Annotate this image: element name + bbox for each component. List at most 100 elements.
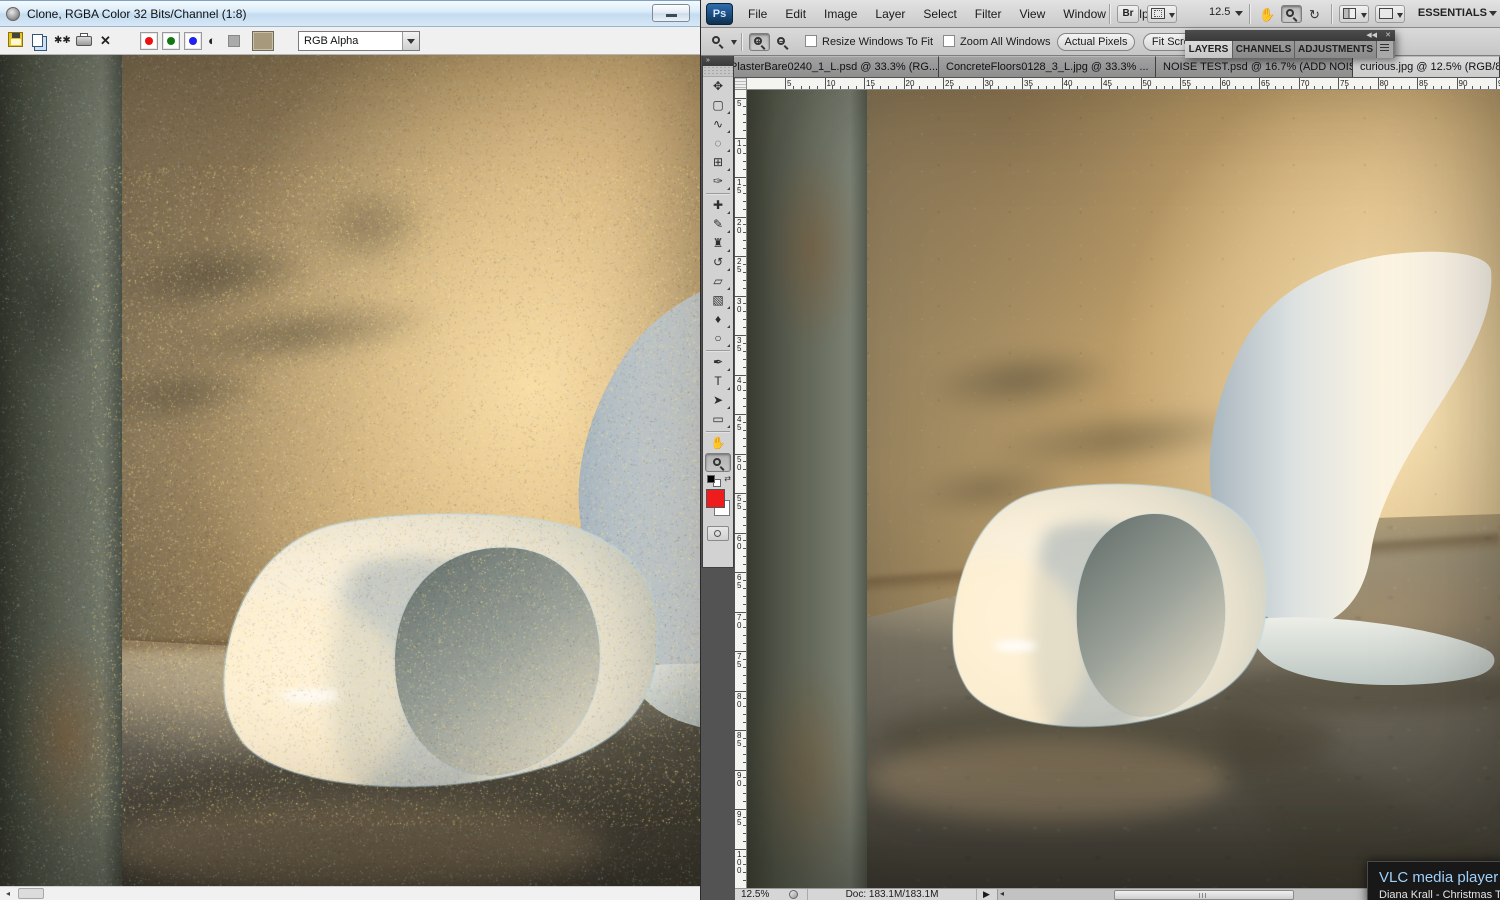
quick-select-tool[interactable]: ◌ <box>705 134 731 153</box>
clone-stamp-tool-icon: ♜ <box>713 236 724 250</box>
document-canvas[interactable] <box>747 90 1500 888</box>
zoom-tool[interactable] <box>705 453 731 472</box>
document-tab-label: NOISE TEST.psd @ 16.7% (ADD NOISE... <box>1163 61 1353 73</box>
scrollbar-left-arrow-icon[interactable]: ◂ <box>1000 889 1004 898</box>
crop-tool[interactable]: ⊞ <box>705 153 731 172</box>
history-brush-tool[interactable]: ↺ <box>705 253 731 272</box>
eraser-tool[interactable]: ▱ <box>705 272 731 291</box>
save-button[interactable] <box>8 32 23 50</box>
zoom-in-button[interactable]: + <box>749 33 770 51</box>
eyedropper-tool[interactable]: ✑ <box>705 172 731 191</box>
render-image-noisy[interactable] <box>0 55 700 886</box>
document-size-info[interactable]: Doc: 183.1M/183.1M <box>807 889 977 900</box>
zoom-out-button[interactable]: − <box>772 33 793 51</box>
vertical-ruler: 51 01 52 02 53 03 54 04 55 05 56 06 57 0… <box>735 90 747 888</box>
panel-tab-channels[interactable]: CHANNELS <box>1233 41 1295 58</box>
tools-grip[interactable] <box>703 66 733 77</box>
panel-menu-icon[interactable] <box>1377 41 1393 58</box>
eyedropper-tool-icon: ✑ <box>713 174 723 188</box>
marquee-tool[interactable]: ▢ <box>705 96 731 115</box>
zoom-icon-button[interactable] <box>1281 5 1302 23</box>
menu-file[interactable]: File <box>739 0 776 27</box>
healing-brush-tool[interactable]: ✚ <box>705 196 731 215</box>
scrollbar-thumb[interactable] <box>18 888 44 899</box>
panel-tab-adjustments[interactable]: ADJUSTMENTS <box>1295 41 1377 58</box>
scrollbar-left-arrow-icon[interactable]: ◂ <box>0 887 16 900</box>
zoom-tool-icon[interactable] <box>707 32 728 50</box>
menu-edit[interactable]: Edit <box>776 0 815 27</box>
blue-channel-button[interactable] <box>184 32 202 50</box>
photoshop-logo-icon[interactable]: Ps <box>706 3 733 25</box>
collapse-panel-icon[interactable]: ◀◀ <box>1366 31 1377 39</box>
type-tool[interactable]: T <box>705 372 731 391</box>
compare-button[interactable]: ✱✱ <box>54 32 71 50</box>
default-colors-icon[interactable]: ⇄ <box>705 474 731 488</box>
panel-header-strip: ◀◀ ✕ <box>1185 30 1395 41</box>
menu-image[interactable]: Image <box>815 0 866 27</box>
clone-stamp-tool[interactable]: ♜ <box>705 234 731 253</box>
delete-button[interactable]: ✕ <box>100 32 111 50</box>
minimize-button[interactable] <box>652 4 690 22</box>
viewer-titlebar[interactable]: Clone, RGBA Color 32 Bits/Channel (1:8) <box>0 0 700 27</box>
quick-mask-button[interactable] <box>707 526 729 541</box>
foreground-color-swatch[interactable] <box>706 489 725 508</box>
luminance-button[interactable]: ◐ <box>208 32 216 50</box>
quick-select-tool-icon: ◌ <box>714 136 721 150</box>
alpha-channel-button[interactable] <box>228 32 240 50</box>
green-channel-button[interactable] <box>162 32 180 50</box>
workspace-selector[interactable]: ESSENTIALS <box>1418 7 1487 19</box>
red-channel-button[interactable] <box>140 32 158 50</box>
hand-icon[interactable]: ✋ <box>1259 7 1275 23</box>
view-extras-button[interactable] <box>1147 5 1177 23</box>
menu-layer[interactable]: Layer <box>866 0 914 27</box>
status-menu-arrow-icon[interactable]: ▶ <box>983 889 990 900</box>
resize-windows-checkbox[interactable] <box>805 35 817 47</box>
move-tool[interactable]: ✥ <box>705 77 731 96</box>
rotate-view-icon[interactable]: ↻ <box>1309 7 1320 23</box>
menu-filter[interactable]: Filter <box>966 0 1011 27</box>
document-tab[interactable]: curious.jpg @ 12.5% (RGB/8 <box>1353 56 1500 77</box>
menu-window[interactable]: Window <box>1054 0 1115 27</box>
brush-tool-icon: ✎ <box>713 217 723 231</box>
channel-selector-dropdown[interactable]: RGB Alpha <box>298 31 420 51</box>
shape-tool[interactable]: ▭ <box>705 410 731 429</box>
dodge-tool[interactable]: ○ <box>705 329 731 348</box>
bridge-button[interactable]: Br <box>1117 5 1139 23</box>
window-title: Clone, RGBA Color 32 Bits/Channel (1:8) <box>27 7 246 21</box>
viewer-app-icon <box>6 7 20 21</box>
screen-mode-button[interactable] <box>1375 5 1405 23</box>
menu-view[interactable]: View <box>1010 0 1054 27</box>
lasso-tool[interactable]: ∿ <box>705 115 731 134</box>
status-zoom-level[interactable]: 12.5% <box>741 889 769 900</box>
type-tool-icon: T <box>714 374 721 388</box>
background-color-swatch[interactable] <box>252 31 274 51</box>
scrollbar-thumb[interactable] <box>1114 890 1294 900</box>
pen-tool[interactable]: ✒ <box>705 353 731 372</box>
swap-colors-icon[interactable]: ⇄ <box>724 474 731 483</box>
healing-brush-tool-icon: ✚ <box>713 198 723 212</box>
viewer-horizontal-scrollbar[interactable]: ◂ <box>0 886 700 900</box>
document-tab[interactable]: ConcreteFloors0128_3_L.jpg @ 33.3% ...✕ <box>939 56 1156 77</box>
print-button[interactable] <box>76 32 92 50</box>
brush-tool[interactable]: ✎ <box>705 215 731 234</box>
shape-tool-icon: ▭ <box>712 412 723 426</box>
path-select-tool[interactable]: ➤ <box>705 391 731 410</box>
actual-pixels-button[interactable]: Actual Pixels <box>1057 33 1135 51</box>
panel-tab-layers[interactable]: LAYERS <box>1185 41 1233 58</box>
magnifier-icon <box>713 458 724 469</box>
close-panel-icon[interactable]: ✕ <box>1385 31 1391 39</box>
dropdown-arrow-icon[interactable] <box>402 32 419 50</box>
document-tab[interactable]: PlasterBare0240_1_L.psd @ 33.3% (RG...✕ <box>723 56 939 77</box>
copy-button[interactable] <box>32 34 43 52</box>
gradient-tool[interactable]: ▧ <box>705 291 731 310</box>
zoom-level-field[interactable]: 12.5 <box>1209 6 1230 18</box>
tools-collapse-chevron[interactable]: » <box>703 56 733 66</box>
vlc-taskbar-preview[interactable]: VLC media player Diana Krall - Christmas… <box>1367 861 1500 900</box>
menu-select[interactable]: Select <box>914 0 965 27</box>
document-tab[interactable]: NOISE TEST.psd @ 16.7% (ADD NOISE...✕ <box>1156 56 1353 77</box>
arrange-documents-button[interactable] <box>1339 5 1369 23</box>
hand-tool[interactable]: ✋ <box>705 434 731 453</box>
zoom-all-checkbox[interactable] <box>943 35 955 47</box>
horizontal-ruler: 5101520253035404550556065707580859095 <box>747 78 1500 90</box>
blur-tool[interactable]: ♦ <box>705 310 731 329</box>
